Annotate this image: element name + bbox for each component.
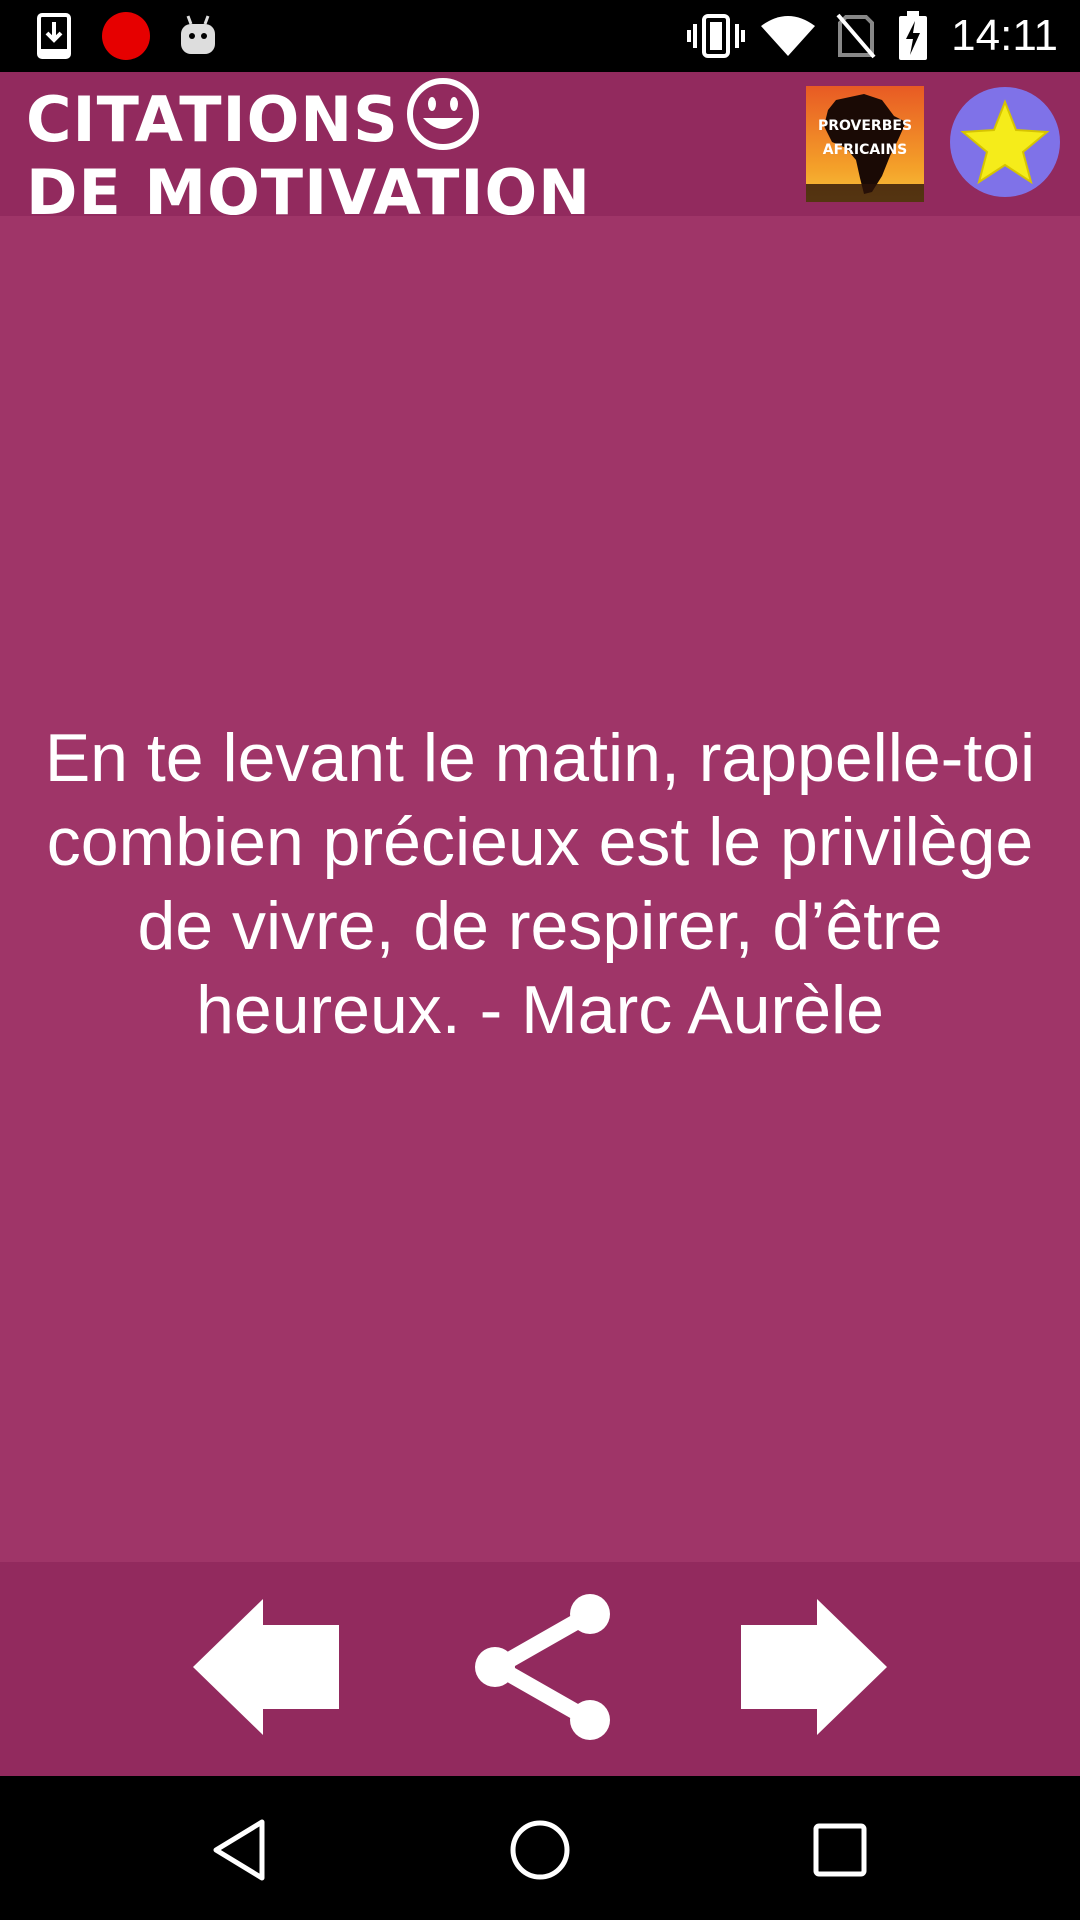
proverbes-africains-button[interactable]: PROVERBES AFRICAINS <box>806 86 924 202</box>
app-title-line1-wrap: CITATIONS <box>26 78 591 162</box>
app-title-line1: CITATIONS <box>26 83 399 157</box>
app-title-line2: DE MOTIVATION <box>26 156 592 229</box>
app-header: CITATIONS DE MOTIVATION PROVERBES AFRICA… <box>0 72 1080 224</box>
no-sim-icon <box>834 0 878 72</box>
share-icon <box>475 1594 610 1740</box>
vibrate-icon <box>686 0 746 72</box>
download-icon <box>34 0 74 72</box>
star-icon <box>960 99 1050 185</box>
status-bar: 14:11 <box>0 0 1080 72</box>
recents-square-icon <box>813 1823 867 1877</box>
previous-button[interactable] <box>186 1592 346 1742</box>
status-time: 14:11 <box>951 11 1058 60</box>
record-icon <box>100 0 152 72</box>
quote-text: En te levant le matin, rappelle-toi comb… <box>44 720 1036 1048</box>
wifi-icon <box>758 0 818 72</box>
recents-button[interactable] <box>790 1812 890 1888</box>
back-triangle-icon <box>213 1819 265 1881</box>
home-button[interactable] <box>490 1812 590 1888</box>
arrow-left-icon <box>193 1599 339 1735</box>
africains-label: AFRICAINS <box>822 142 908 158</box>
app-title: CITATIONS DE MOTIVATION <box>26 78 592 229</box>
proverbes-label: PROVERBES <box>817 118 913 134</box>
system-nav-bar <box>0 1776 1080 1920</box>
arrow-right-icon <box>741 1599 887 1735</box>
battery-charging-icon <box>896 0 930 72</box>
android-icon <box>176 0 220 72</box>
smiley-icon <box>405 76 481 162</box>
next-button[interactable] <box>734 1592 894 1742</box>
quote-area: En te levant le matin, rappelle-toi comb… <box>0 216 1080 1562</box>
back-button[interactable] <box>190 1812 290 1888</box>
quote-toolbar <box>0 1562 1080 1776</box>
home-circle-icon <box>510 1820 570 1880</box>
share-button[interactable] <box>460 1592 620 1742</box>
favorite-button[interactable] <box>950 87 1060 197</box>
